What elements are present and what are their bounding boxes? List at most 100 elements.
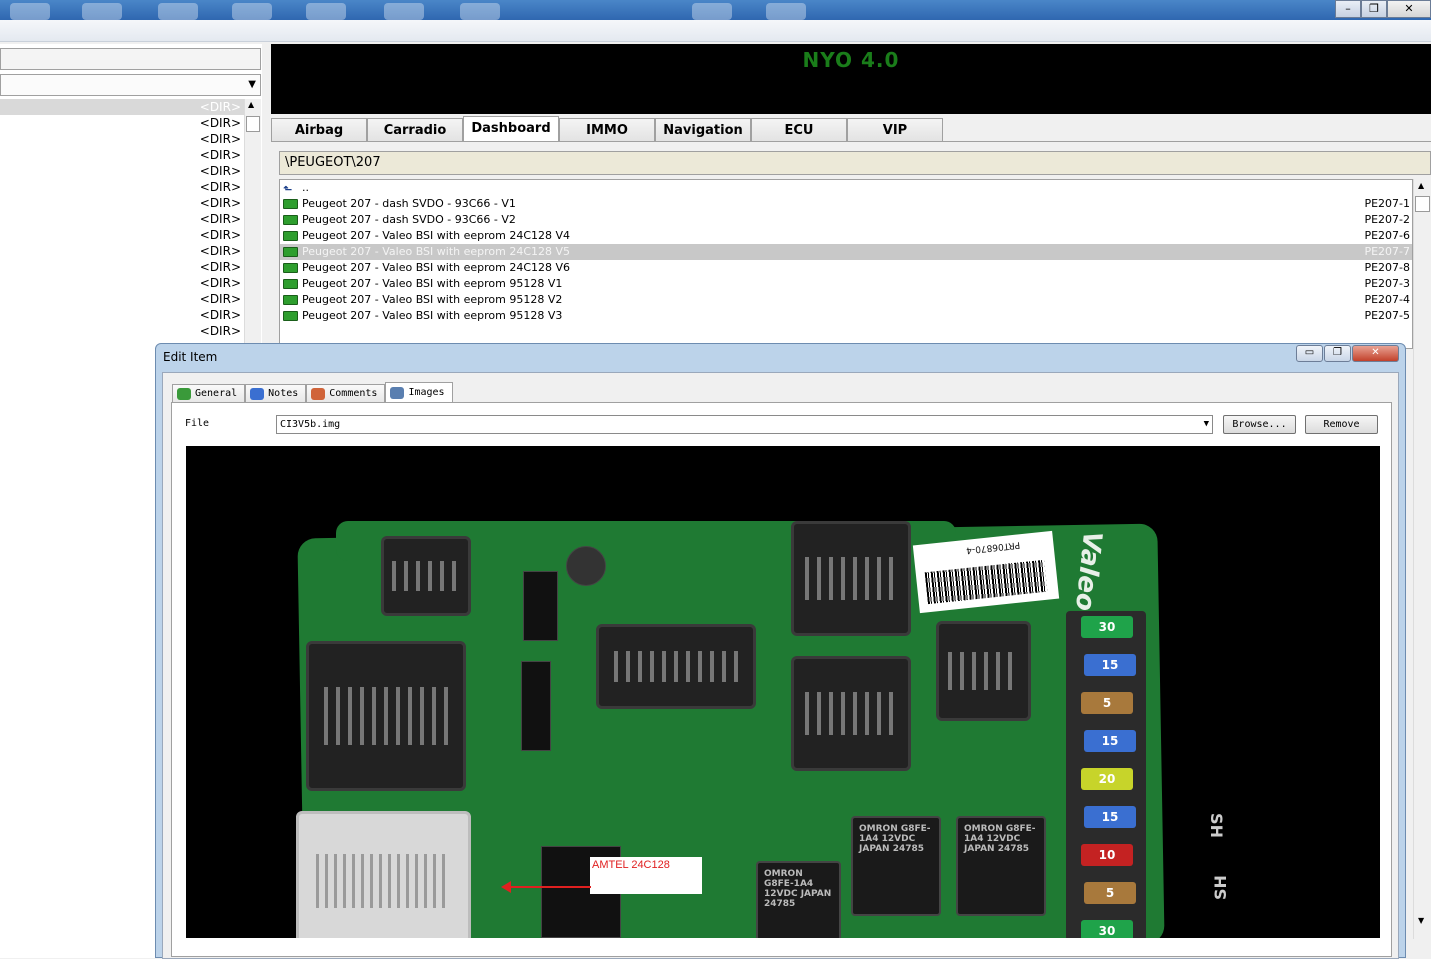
minimize-button[interactable]: – [1335,0,1361,18]
fuse: 30 [1081,920,1133,938]
remove-button[interactable]: Remove [1305,415,1378,434]
file-name: Peugeot 207 - Valeo BSI with eeprom 9512… [302,309,563,322]
file-row[interactable]: Peugeot 207 - Valeo BSI with eeprom 24C1… [280,260,1412,276]
drive-dropdown[interactable]: ▼ [0,74,261,96]
dir-entry[interactable]: <DIR> [0,99,244,115]
dialog-tab-label: General [195,388,238,399]
fuse: 5 [1081,692,1133,714]
dir-entry[interactable]: <DIR> [0,291,244,307]
dir-entry[interactable]: <DIR> [0,131,244,147]
dir-entry[interactable]: <DIR> [0,163,244,179]
scroll-thumb[interactable] [1415,196,1430,212]
taskbar-icon[interactable] [306,3,346,20]
file-row[interactable]: Peugeot 207 - dash SVDO - 93C66 - V2 PE20… [280,212,1412,228]
file-list-scrollbar[interactable]: ▲ ▼ [1413,179,1431,939]
dir-entry[interactable]: <DIR> [0,259,244,275]
taskbar-icon[interactable] [692,3,732,20]
file-code: PE207-6 [1364,229,1410,242]
chip-icon [283,279,298,289]
fuse: 15 [1084,806,1136,828]
file-row[interactable]: Peugeot 207 - Valeo BSI with eeprom 24C1… [280,228,1412,244]
taskbar-icon[interactable] [10,3,50,20]
side-mark: SH [1210,875,1230,900]
scroll-up-icon[interactable]: ▲ [248,100,254,109]
file-code: PE207-4 [1364,293,1410,306]
tab-dashboard[interactable]: Dashboard [463,116,559,142]
scroll-up-icon[interactable]: ▲ [1418,181,1424,190]
taskbar-icon[interactable] [82,3,122,20]
dialog-tab-notes[interactable]: Notes [245,384,307,403]
file-code: PE207-8 [1364,261,1410,274]
dialog-maximize-button[interactable]: ❐ [1324,345,1351,362]
dir-entry[interactable]: <DIR> [0,323,244,339]
file-row[interactable]: Peugeot 207 - dash SVDO - 93C66 - V1 PE20… [280,196,1412,212]
file-code: PE207-5 [1364,309,1410,322]
file-row[interactable]: Peugeot 207 - Valeo BSI with eeprom 9512… [280,308,1412,324]
tab-vip[interactable]: VIP [847,118,943,142]
fuse: 10 [1081,844,1133,866]
dir-entry[interactable]: <DIR> [0,115,244,131]
side-mark: SH [1206,813,1226,838]
file-code: PE207-7 [1364,245,1410,258]
dialog-body: General Notes Comments Images File CI3V5b.i… [162,372,1399,959]
relay: OMRON G8FE-1A4 12VDC JAPAN 24785 [756,861,841,938]
dialog-minimize-button[interactable]: ▭ [1296,345,1323,362]
tab-carradio[interactable]: Carradio [367,118,463,142]
board-image: PRT06870-4 Valeo OMRON G8FE-1A4 12VDC JA… [186,446,1380,938]
dir-entry[interactable]: <DIR> [0,243,244,259]
relay: OMRON G8FE-1A4 12VDC JAPAN 24785 [956,816,1046,916]
chip-icon [283,311,298,321]
fuse: 20 [1081,768,1133,790]
chip-icon [283,231,298,241]
arrow-head-icon [501,881,511,893]
file-row[interactable]: Peugeot 207 - Valeo BSI with eeprom 9512… [280,276,1412,292]
restore-button[interactable]: ❐ [1361,0,1387,18]
taskbar-icon[interactable] [384,3,424,20]
left-path-field[interactable] [0,48,261,70]
dir-entry[interactable]: <DIR> [0,179,244,195]
parent-folder-row[interactable]: ⬑.. [280,180,1412,196]
file-name: Peugeot 207 - dash SVDO - 93C66 - V1 [302,197,516,210]
dir-entry[interactable]: <DIR> [0,275,244,291]
file-code: PE207-1 [1364,197,1410,210]
tab-ecu[interactable]: ECU [751,118,847,142]
scroll-thumb[interactable] [246,116,260,132]
fuse: 30 [1081,616,1133,638]
dialog-tab-comments[interactable]: Comments [306,384,386,403]
file-list[interactable]: ⬑.. Peugeot 207 - dash SVDO - 93C66 - V1 P… [279,179,1413,349]
file-row[interactable]: Peugeot 207 - Valeo BSI with eeprom 9512… [280,292,1412,308]
connector-large-left [306,641,466,791]
tab-navigation[interactable]: Navigation [655,118,751,142]
tab-immo[interactable]: IMMO [559,118,655,142]
taskbar-icon[interactable] [766,3,806,20]
connector-small [381,536,471,616]
tab-airbag[interactable]: Airbag [271,118,367,142]
dialog-tab-label: Notes [268,388,299,399]
dialog-tab-images[interactable]: Images [385,382,453,403]
taskbar-icon[interactable] [232,3,272,20]
taskbar-icon[interactable] [158,3,198,20]
browse-button[interactable]: Browse... [1223,415,1296,434]
dialog-close-button[interactable]: ✕ [1352,345,1399,362]
connector-right [936,621,1031,721]
scroll-down-icon[interactable]: ▼ [1418,916,1424,925]
taskbar-icon[interactable] [460,3,500,20]
annotation-arrow [506,886,591,888]
dir-entry[interactable]: <DIR> [0,307,244,323]
file-label: File [185,418,210,429]
dialog-title: Edit Item [163,350,218,364]
annotation-box: AMTEL 24C128 [590,857,702,894]
file-dropdown[interactable]: CI3V5b.img ▼ [276,415,1213,434]
file-name: Peugeot 207 - Valeo BSI with eeprom 24C1… [302,229,571,242]
close-button[interactable]: ✕ [1387,0,1431,18]
dialog-tabs: General Notes Comments Images [172,382,453,403]
dialog-controls: ▭ ❐ ✕ [1296,345,1399,362]
chip-icon [283,215,298,225]
file-row[interactable]: Peugeot 207 - Valeo BSI with eeprom 24C1… [280,244,1412,260]
dialog-tab-general[interactable]: General [172,384,246,403]
dir-entry[interactable]: <DIR> [0,211,244,227]
dir-entry[interactable]: <DIR> [0,195,244,211]
dir-entry[interactable]: <DIR> [0,227,244,243]
dir-entry[interactable]: <DIR> [0,147,244,163]
file-name: Peugeot 207 - dash SVDO - 93C66 - V2 [302,213,516,226]
